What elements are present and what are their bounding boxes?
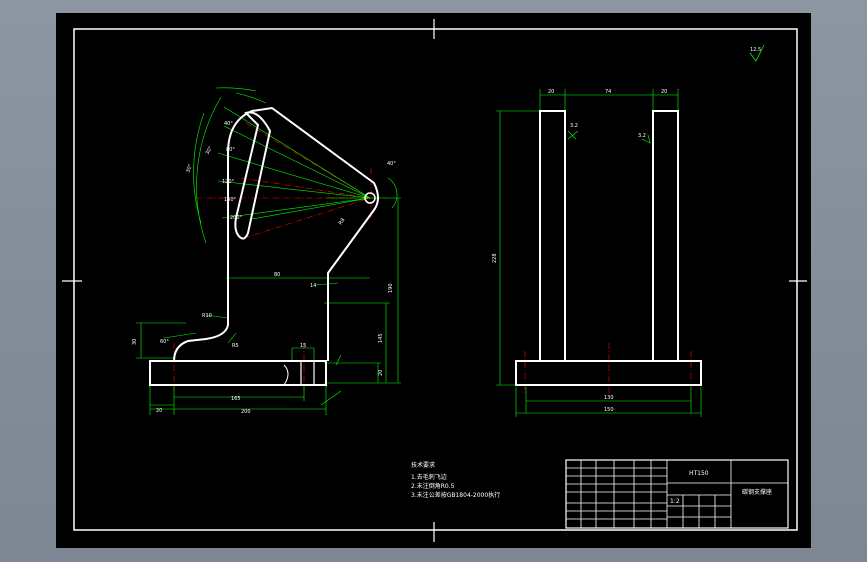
- title-part-name: 碳钢支撑座: [742, 488, 772, 496]
- dim-14: 14: [310, 283, 316, 289]
- dim-r10: R10: [202, 313, 212, 319]
- side-roughness-1: 3.2: [570, 123, 578, 129]
- dim-15: 15: [300, 343, 306, 349]
- side-outline: [515, 110, 702, 386]
- angle-label-3: 40°: [387, 161, 396, 167]
- notes-line-3: 3.未注公差按GB1804-2000执行: [411, 491, 500, 499]
- side-dim-base-inner: 130: [604, 395, 614, 401]
- slot-mark-5: 200°: [230, 215, 243, 221]
- dim-60deg: 60°: [160, 339, 169, 345]
- cad-drawing-canvas: 80 190 145 20 20 165 200 15 R8 R10 R5 30…: [56, 13, 811, 548]
- side-view: 20 74 20 228 130 150 3.2 3.2: [492, 89, 702, 417]
- dim-165: 165: [231, 396, 241, 402]
- drawing-svg: 80 190 145 20 20 165 200 15 R8 R10 R5 30…: [62, 19, 807, 542]
- dim-190: 190: [388, 283, 394, 293]
- dim-20-left: 20: [156, 408, 162, 414]
- side-dimensions: [496, 89, 702, 417]
- angle-label-2: 30°: [205, 145, 215, 156]
- slot-mark-3: 120°: [222, 179, 235, 185]
- notes-title: 技术要求: [411, 461, 435, 469]
- roughness-value: 12.5: [750, 47, 761, 53]
- dim-r8: R8: [338, 217, 347, 226]
- side-dim-top-right: 20: [661, 89, 667, 95]
- dim-200: 200: [241, 409, 251, 415]
- dim-145: 145: [378, 333, 384, 343]
- slot-mark-2: 80°: [226, 147, 235, 153]
- dim-30: 30: [132, 339, 138, 345]
- title-scale: 1:2: [670, 498, 680, 505]
- angle-label-1: 30°: [185, 163, 194, 174]
- notes-line-2: 2.未注倒角R0.5: [411, 482, 455, 490]
- outer-border: [73, 28, 798, 531]
- front-outline: [149, 106, 379, 386]
- front-view: 80 190 145 20 20 165 200 15 R8 R10 R5 30…: [132, 87, 401, 415]
- side-dim-height: 228: [492, 253, 498, 263]
- slot-mark-4: 160°: [224, 197, 237, 203]
- side-dim-top-mid: 74: [605, 89, 611, 95]
- title-material: HT150: [689, 470, 709, 477]
- technical-notes: 技术要求 1.去毛刺飞边 2.未注倒角R0.5 3.未注公差按GB1804-20…: [411, 461, 500, 499]
- side-roughness-2: 3.2: [638, 133, 646, 139]
- notes-line-1: 1.去毛刺飞边: [411, 473, 447, 481]
- side-dim-top-left: 20: [548, 89, 554, 95]
- dim-20-right: 20: [378, 370, 384, 376]
- slot-mark-1: 40°: [224, 121, 233, 127]
- dim-r5: R5: [232, 343, 239, 349]
- front-centerlines: [173, 122, 386, 391]
- side-dim-base-outer: 150: [604, 407, 614, 413]
- dim-80: 80: [274, 272, 280, 278]
